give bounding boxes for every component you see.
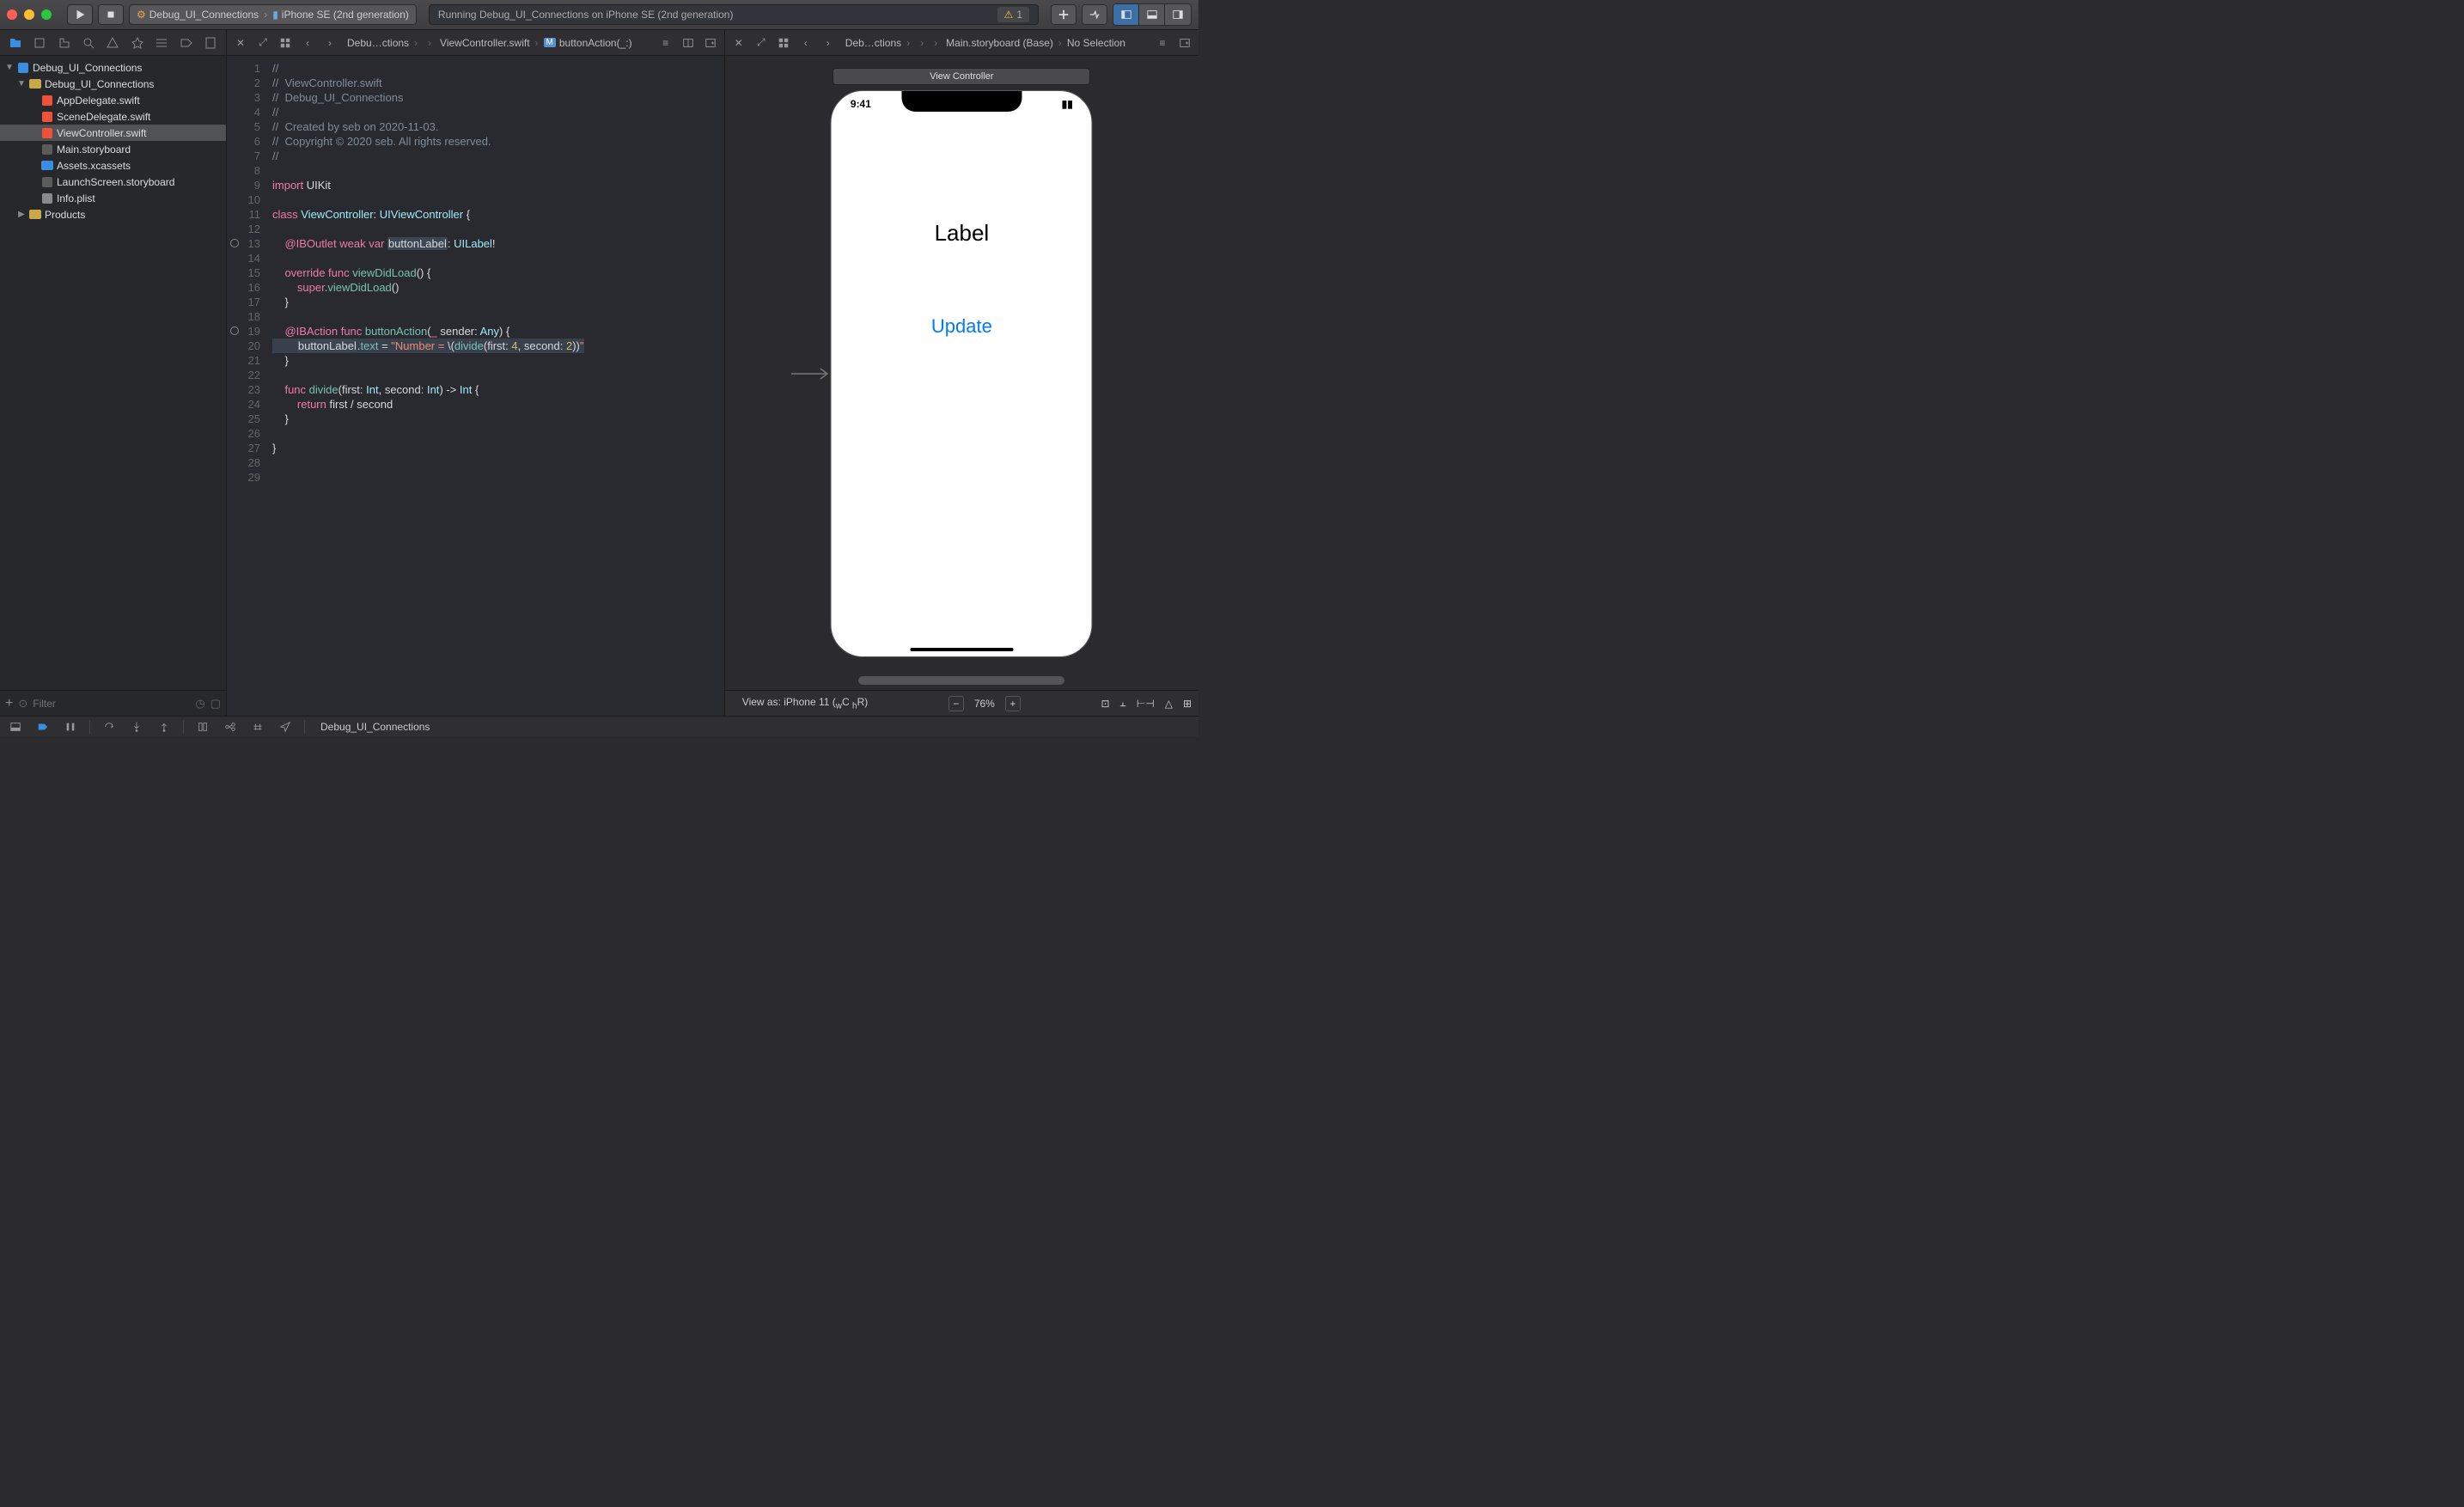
debug-target[interactable]: Debug_UI_Connections bbox=[315, 721, 430, 733]
debug-view-icon[interactable] bbox=[194, 718, 211, 735]
related-items-icon[interactable] bbox=[775, 34, 792, 52]
nav-back-icon[interactable]: ‹ bbox=[797, 34, 814, 52]
tree-file-selected[interactable]: ViewController.swift bbox=[0, 125, 226, 141]
toggle-inspectors[interactable] bbox=[1165, 4, 1191, 25]
toggle-navigator[interactable] bbox=[1113, 4, 1139, 25]
resolve-icon[interactable]: △ bbox=[1165, 698, 1173, 710]
scene-header[interactable]: View Controller bbox=[833, 68, 1090, 85]
breadcrumb[interactable]: Deb…ctions› › › Main.storyboard (Base)› … bbox=[842, 37, 1149, 49]
source-control-navigator-tab[interactable] bbox=[27, 34, 51, 52]
tree-file[interactable]: Assets.xcassets bbox=[0, 157, 226, 174]
filter-input[interactable] bbox=[33, 698, 190, 710]
nav-forward-icon[interactable]: › bbox=[321, 34, 338, 52]
continue-icon[interactable] bbox=[62, 718, 79, 735]
navigator-panel: ▼Debug_UI_Connections ▼Debug_UI_Connecti… bbox=[0, 30, 227, 716]
tree-products[interactable]: ▶Products bbox=[0, 206, 226, 223]
zoom-out-button[interactable]: − bbox=[948, 696, 964, 711]
project-navigator-tab[interactable] bbox=[3, 34, 27, 52]
toggle-debug-area[interactable] bbox=[1139, 4, 1165, 25]
ib-footer: View as: iPhone 11 (wC hR) − 76% + ⊡ ⫠ ⊢… bbox=[725, 690, 1198, 716]
hide-debug-icon[interactable] bbox=[7, 718, 24, 735]
project-tree: ▼Debug_UI_Connections ▼Debug_UI_Connecti… bbox=[0, 56, 226, 690]
tree-file[interactable]: Main.storyboard bbox=[0, 141, 226, 157]
outline-toggle-icon[interactable]: ≡ bbox=[1154, 34, 1171, 52]
step-into-icon[interactable] bbox=[128, 718, 145, 735]
view-as-label[interactable]: View as: iPhone 11 (wC hR) bbox=[742, 696, 868, 711]
debug-navigator-tab[interactable] bbox=[150, 34, 174, 52]
scheme-target: Debug_UI_Connections bbox=[149, 9, 259, 21]
source-code[interactable]: 1234567891011121314151617181920212223242… bbox=[227, 56, 724, 716]
tree-group[interactable]: ▼Debug_UI_Connections bbox=[0, 76, 226, 92]
ui-button[interactable]: Update bbox=[931, 315, 992, 338]
code-editor: ✕ ⤢ ‹ › Debu…ctions› › ViewController.sw… bbox=[227, 30, 725, 716]
warning-badge[interactable]: ⚠1 bbox=[997, 7, 1029, 22]
tree-project-root[interactable]: ▼Debug_UI_Connections bbox=[0, 59, 226, 76]
code-review-button[interactable] bbox=[1082, 4, 1107, 25]
library-button[interactable] bbox=[1051, 4, 1076, 25]
test-navigator-tab[interactable] bbox=[125, 34, 149, 52]
find-navigator-tab[interactable] bbox=[76, 34, 100, 52]
zoom-level: 76% bbox=[974, 698, 995, 710]
panel-toggle-group bbox=[1113, 3, 1192, 26]
navigator-tabs bbox=[0, 30, 226, 56]
activity-status: Running Debug_UI_Connections on iPhone S… bbox=[429, 4, 1039, 25]
scheme-device: iPhone SE (2nd generation) bbox=[282, 9, 409, 21]
pin-icon[interactable]: ⊢⊣ bbox=[1137, 698, 1155, 710]
minimize-window[interactable] bbox=[24, 9, 34, 20]
ib-canvas[interactable]: View Controller 9:41 ▮▮ Label Update bbox=[725, 56, 1198, 690]
focus-editor-icon[interactable]: ⤢ bbox=[254, 34, 271, 52]
jump-bar-right: ✕ ⤢ ‹ › Deb…ctions› › › Main.storyboard … bbox=[725, 30, 1198, 56]
close-tab-icon[interactable]: ✕ bbox=[232, 34, 249, 52]
tree-file[interactable]: Info.plist bbox=[0, 190, 226, 206]
ib-canvas-container: View Controller 9:41 ▮▮ Label Update bbox=[725, 56, 1198, 716]
stop-button[interactable] bbox=[98, 4, 124, 25]
nav-forward-icon[interactable]: › bbox=[820, 34, 837, 52]
zoom-in-button[interactable]: + bbox=[1005, 696, 1021, 711]
step-out-icon[interactable] bbox=[156, 718, 173, 735]
scheme-selector[interactable]: ⚙ Debug_UI_Connections › ▮ iPhone SE (2n… bbox=[129, 4, 417, 25]
ui-label[interactable]: Label bbox=[935, 220, 990, 247]
debug-bar: Debug_UI_Connections bbox=[0, 716, 1198, 736]
editor-options-icon[interactable]: ≡ bbox=[657, 34, 674, 52]
adjust-editor-icon[interactable] bbox=[680, 34, 697, 52]
add-editor-icon[interactable] bbox=[702, 34, 719, 52]
align-icon[interactable]: ⫠ bbox=[1120, 697, 1126, 710]
nav-back-icon[interactable]: ‹ bbox=[299, 34, 316, 52]
related-items-icon[interactable] bbox=[277, 34, 294, 52]
close-tab-icon[interactable]: ✕ bbox=[730, 34, 747, 52]
focus-editor-icon[interactable]: ⤢ bbox=[753, 34, 770, 52]
interface-builder-editor: ✕ ⤢ ‹ › Deb…ctions› › › Main.storyboard … bbox=[725, 30, 1198, 716]
issue-navigator-tab[interactable] bbox=[101, 34, 125, 52]
breadcrumb[interactable]: Debu…ctions› › ViewController.swift› Mbu… bbox=[344, 37, 652, 49]
environment-icon[interactable] bbox=[249, 718, 266, 735]
home-indicator bbox=[910, 648, 1013, 651]
recent-filter-icon[interactable]: ◷ bbox=[195, 697, 204, 711]
close-window[interactable] bbox=[7, 9, 17, 20]
embed-icon[interactable]: ⊞ bbox=[1183, 698, 1192, 710]
jump-bar-left: ✕ ⤢ ‹ › Debu…ctions› › ViewController.sw… bbox=[227, 30, 724, 56]
navigator-footer: + ⊙ ◷ ▢ bbox=[0, 690, 226, 716]
add-button[interactable]: + bbox=[5, 696, 13, 711]
scm-filter-icon[interactable]: ▢ bbox=[210, 697, 221, 711]
step-over-icon[interactable] bbox=[101, 718, 118, 735]
tree-file[interactable]: SceneDelegate.swift bbox=[0, 108, 226, 125]
tree-file[interactable]: AppDelegate.swift bbox=[0, 92, 226, 108]
tree-file[interactable]: LaunchScreen.storyboard bbox=[0, 174, 226, 190]
canvas-scrollbar[interactable] bbox=[858, 676, 1064, 685]
status-text: Running Debug_UI_Connections on iPhone S… bbox=[438, 9, 734, 21]
breakpoint-navigator-tab[interactable] bbox=[174, 34, 198, 52]
window-controls bbox=[7, 9, 52, 20]
embed-in-icon[interactable]: ⊡ bbox=[1101, 698, 1109, 710]
device-frame[interactable]: 9:41 ▮▮ Label Update bbox=[831, 90, 1093, 657]
symbol-navigator-tab[interactable] bbox=[52, 34, 76, 52]
memory-graph-icon[interactable] bbox=[222, 718, 239, 735]
location-icon[interactable] bbox=[277, 718, 294, 735]
breakpoints-toggle-icon[interactable] bbox=[34, 718, 52, 735]
add-editor-icon[interactable] bbox=[1176, 34, 1193, 52]
run-button[interactable] bbox=[67, 4, 93, 25]
report-navigator-tab[interactable] bbox=[199, 34, 223, 52]
zoom-window[interactable] bbox=[41, 9, 52, 20]
entry-point-arrow[interactable] bbox=[790, 365, 833, 385]
main-toolbar: ⚙ Debug_UI_Connections › ▮ iPhone SE (2n… bbox=[0, 0, 1198, 30]
